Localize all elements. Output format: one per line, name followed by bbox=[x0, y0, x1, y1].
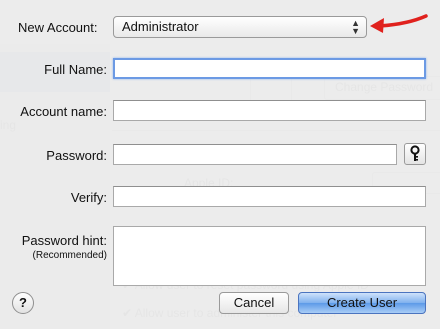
password-hint-label: Password hint: bbox=[21, 233, 107, 248]
account-type-popup[interactable]: Administrator ▲ ▼ bbox=[113, 16, 367, 38]
full-name-field[interactable] bbox=[113, 58, 426, 79]
up-down-arrows-icon: ▲ ▼ bbox=[351, 18, 360, 36]
full-name-label: Full Name: bbox=[44, 62, 107, 77]
red-arrow-icon bbox=[370, 14, 428, 33]
new-account-label: New Account: bbox=[18, 20, 98, 35]
password-field[interactable] bbox=[113, 144, 397, 165]
password-hint-sublabel: (Recommended) bbox=[32, 250, 107, 261]
verify-label: Verify: bbox=[70, 190, 107, 205]
help-button[interactable]: ? bbox=[12, 292, 34, 314]
password-hint-field[interactable] bbox=[113, 226, 426, 286]
create-user-button[interactable]: Create User bbox=[298, 292, 426, 314]
account-name-label: Account name: bbox=[20, 104, 107, 119]
account-type-value: Administrator bbox=[122, 19, 199, 34]
password-label: Password: bbox=[46, 148, 107, 163]
cancel-button[interactable]: Cancel bbox=[219, 292, 289, 314]
account-name-field[interactable] bbox=[113, 100, 426, 121]
password-assistant-button[interactable] bbox=[404, 143, 426, 165]
new-account-sheet: New Account: Administrator ▲ ▼ Full Name:… bbox=[0, 0, 440, 329]
key-icon bbox=[410, 145, 420, 161]
verify-field[interactable] bbox=[113, 186, 426, 207]
